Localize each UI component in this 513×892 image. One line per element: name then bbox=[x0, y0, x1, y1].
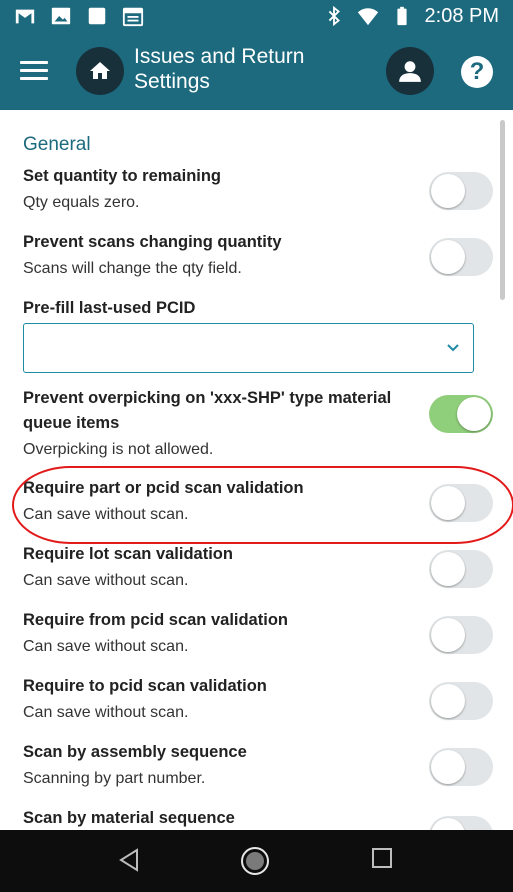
setting-label: Pre-fill last-used PCID bbox=[23, 299, 196, 317]
menu-icon-line bbox=[20, 77, 48, 80]
setting-label: Prevent overpicking on 'xxx-SHP' type ma… bbox=[23, 389, 392, 432]
toggle-knob bbox=[431, 552, 465, 586]
scrollbar[interactable] bbox=[500, 120, 505, 300]
chevron-down-icon bbox=[447, 344, 459, 352]
setting-require-from-pcid-scan-validation: Require from pcid scan validation Can sa… bbox=[23, 608, 493, 659]
setting-prevent-overpicking: Prevent overpicking on 'xxx-SHP' type ma… bbox=[23, 386, 493, 462]
setting-desc: Can save without scan. bbox=[23, 572, 189, 589]
toggle-knob bbox=[431, 618, 465, 652]
setting-set-quantity-to-remaining: Set quantity to remaining Qty equals zer… bbox=[23, 164, 493, 215]
calendar-icon bbox=[122, 7, 144, 27]
toggle-require-part-or-pcid-scan-validation[interactable] bbox=[429, 484, 493, 522]
page-title: Issues and Return Settings bbox=[134, 45, 305, 93]
toggle-knob bbox=[457, 397, 491, 431]
toggle-set-quantity-to-remaining[interactable] bbox=[429, 172, 493, 210]
setting-scan-by-material-sequence: Scan by material sequence bbox=[23, 806, 493, 830]
setting-desc: Scans will change the qty field. bbox=[23, 260, 242, 277]
setting-label: Require to pcid scan validation bbox=[23, 677, 267, 695]
toggle-knob bbox=[431, 174, 465, 208]
user-icon bbox=[399, 61, 421, 82]
menu-button[interactable] bbox=[20, 59, 48, 81]
setting-desc: Can save without scan. bbox=[23, 704, 189, 721]
setting-label: Scan by assembly sequence bbox=[23, 743, 247, 761]
setting-label: Require part or pcid scan validation bbox=[23, 479, 304, 497]
setting-require-part-or-pcid-scan-validation: Require part or pcid scan validation Can… bbox=[23, 476, 493, 527]
image-icon bbox=[51, 7, 71, 25]
home-button[interactable] bbox=[76, 47, 124, 95]
toggle-prevent-scans-changing-quantity[interactable] bbox=[429, 238, 493, 276]
square-icon bbox=[88, 7, 106, 25]
setting-desc: Scanning by part number. bbox=[23, 770, 206, 787]
recents-icon[interactable] bbox=[371, 847, 393, 869]
app-bar: Issues and Return Settings ? bbox=[0, 32, 513, 110]
setting-require-lot-scan-validation: Require lot scan validation Can save wit… bbox=[23, 542, 493, 593]
bluetooth-icon bbox=[328, 5, 340, 27]
setting-label: Set quantity to remaining bbox=[23, 167, 222, 185]
gmail-icon bbox=[15, 9, 35, 24]
status-left-icons bbox=[14, 5, 144, 27]
setting-prefill-last-used-pcid: Pre-fill last-used PCID bbox=[23, 296, 493, 321]
section-title: General bbox=[23, 134, 91, 155]
toggle-knob bbox=[431, 750, 465, 784]
toggle-knob bbox=[431, 684, 465, 718]
settings-content[interactable]: General Set quantity to remaining Qty eq… bbox=[0, 110, 513, 830]
status-right-icons: 2:08 PM bbox=[323, 3, 499, 29]
setting-desc: Qty equals zero. bbox=[23, 194, 140, 211]
setting-label: Require from pcid scan validation bbox=[23, 611, 288, 629]
toggle-require-from-pcid-scan-validation[interactable] bbox=[429, 616, 493, 654]
setting-desc: Overpicking is not allowed. bbox=[23, 441, 214, 458]
wifi-icon bbox=[357, 8, 378, 26]
system-nav-bar bbox=[0, 830, 513, 892]
setting-scan-by-assembly-sequence: Scan by assembly sequence Scanning by pa… bbox=[23, 740, 493, 791]
toggle-knob bbox=[431, 818, 465, 830]
toggle-require-to-pcid-scan-validation[interactable] bbox=[429, 682, 493, 720]
setting-label: Require lot scan validation bbox=[23, 545, 233, 563]
battery-icon bbox=[396, 6, 407, 26]
back-icon[interactable] bbox=[117, 847, 141, 873]
setting-require-to-pcid-scan-validation: Require to pcid scan validation Can save… bbox=[23, 674, 493, 725]
home-icon bbox=[90, 62, 110, 79]
setting-prevent-scans-changing-quantity: Prevent scans changing quantity Scans wi… bbox=[23, 230, 493, 281]
user-button[interactable] bbox=[386, 47, 434, 95]
setting-label: Prevent scans changing quantity bbox=[23, 233, 282, 251]
setting-desc: Can save without scan. bbox=[23, 638, 189, 655]
home-nav-icon[interactable] bbox=[239, 845, 271, 877]
toggle-require-lot-scan-validation[interactable] bbox=[429, 550, 493, 588]
menu-icon-line bbox=[20, 69, 48, 72]
toggle-knob bbox=[431, 240, 465, 274]
toggle-scan-by-material-sequence[interactable] bbox=[429, 816, 493, 830]
toggle-knob bbox=[431, 486, 465, 520]
toggle-scan-by-assembly-sequence[interactable] bbox=[429, 748, 493, 786]
setting-label: Scan by material sequence bbox=[23, 809, 235, 827]
setting-desc: Can save without scan. bbox=[23, 506, 189, 523]
status-bar: 2:08 PM bbox=[0, 0, 513, 32]
help-button[interactable]: ? bbox=[461, 56, 493, 88]
pcid-select[interactable] bbox=[23, 323, 474, 373]
status-time: 2:08 PM bbox=[424, 5, 499, 27]
toggle-prevent-overpicking[interactable] bbox=[429, 395, 493, 433]
menu-icon-line bbox=[20, 61, 48, 64]
